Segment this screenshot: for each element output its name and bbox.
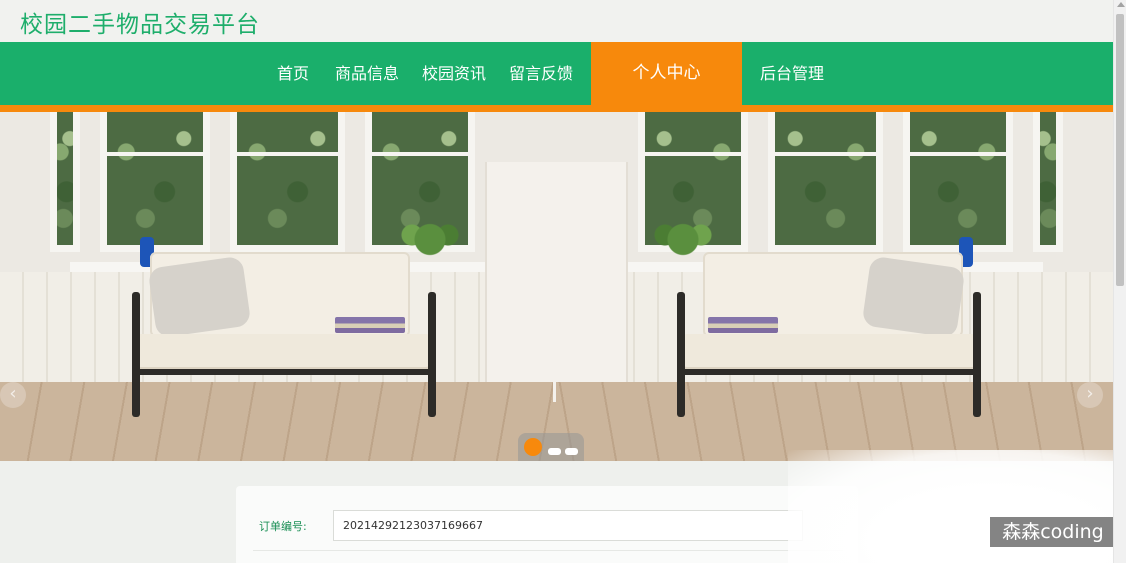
banner-carousel[interactable]: ‹ › bbox=[0, 112, 1113, 461]
nav-item-admin[interactable]: 后台管理 bbox=[760, 42, 824, 105]
slide-image-left bbox=[0, 112, 560, 461]
nav-item-home[interactable]: 首页 bbox=[277, 42, 309, 105]
carousel-dot-3[interactable] bbox=[565, 448, 578, 455]
top-header: 校园二手物品交易平台 bbox=[0, 0, 1113, 42]
nav-item-personal-center[interactable]: 个人中心 bbox=[591, 42, 742, 105]
nav-item-news[interactable]: 校园资讯 bbox=[422, 42, 486, 105]
site-title: 校园二手物品交易平台 bbox=[20, 12, 260, 38]
carousel-dot-1[interactable] bbox=[524, 438, 542, 456]
carousel-next-icon[interactable]: › bbox=[1077, 382, 1103, 408]
scroll-thumb[interactable] bbox=[1116, 14, 1124, 286]
watermark: 森森coding bbox=[990, 517, 1116, 547]
carousel-prev-icon[interactable]: ‹ bbox=[0, 382, 26, 408]
order-detail-card: 订单编号: 20214292123037169667 bbox=[236, 486, 858, 563]
order-number-field[interactable]: 20214292123037169667 bbox=[333, 510, 803, 541]
nav-item-products[interactable]: 商品信息 bbox=[335, 42, 399, 105]
nav-item-feedback[interactable]: 留言反馈 bbox=[509, 42, 573, 105]
main-nav: 首页 商品信息 校园资讯 留言反馈 个人中心 后台管理 bbox=[0, 42, 1113, 105]
page-scrollbar[interactable] bbox=[1113, 0, 1126, 563]
nav-accent-bar bbox=[0, 105, 1113, 112]
divider bbox=[253, 550, 843, 551]
order-number-label: 订单编号: bbox=[259, 520, 307, 533]
carousel-dot-2[interactable] bbox=[548, 448, 561, 455]
scroll-up-icon[interactable] bbox=[1117, 2, 1125, 7]
slide-image-right bbox=[553, 112, 1113, 461]
carousel-indicators bbox=[518, 433, 584, 461]
